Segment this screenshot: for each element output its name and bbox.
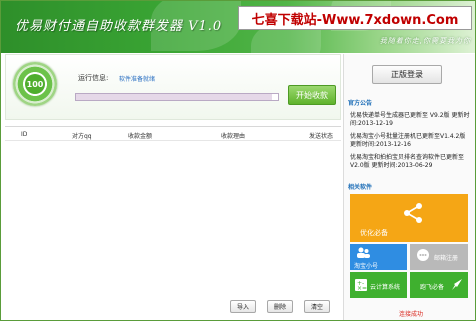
tile-fly-label: 跑飞必备 xyxy=(420,284,445,291)
column-header-amount[interactable]: 收款金额 xyxy=(128,131,152,140)
tile-optimize[interactable]: 优化必备 xyxy=(350,194,468,242)
tile-email-register[interactable]: 邮箱注册 xyxy=(410,244,468,270)
status-panel: 100 运行信息: 软件准备就绪 开始收款 xyxy=(5,54,341,120)
connection-status: 连接成功 xyxy=(399,311,424,318)
import-button[interactable]: 导入 xyxy=(230,300,256,313)
tile-taobao-account[interactable]: 淘宝小号 xyxy=(350,244,407,270)
clear-button[interactable]: 清空 xyxy=(304,300,330,313)
table-header: ID 对方qq 收款金额 收款理由 发送状态 xyxy=(5,127,341,141)
tile-taobao-label: 淘宝小号 xyxy=(354,263,379,270)
payment-table: ID 对方qq 收款金额 收款理由 发送状态 xyxy=(5,126,341,284)
tile-fly-essential[interactable]: 跑飞必备 xyxy=(410,272,468,298)
run-info-value: 软件准备就绪 xyxy=(119,76,156,83)
progress-fill xyxy=(76,94,272,100)
genuine-login-button[interactable]: 正版登录 xyxy=(372,65,442,84)
score-badge: 100 xyxy=(13,62,57,106)
notice-item[interactable]: 优易淘宝和拍拍宝贝排名查询软件已更新至 V2.0版 更新时间:2013-06-2… xyxy=(350,154,472,170)
tile-email-label: 邮箱注册 xyxy=(434,255,459,262)
delete-button[interactable]: 删除 xyxy=(267,300,293,313)
app-title: 优易财付通自助收款群发器 V1.0 xyxy=(15,19,223,34)
column-header-id[interactable]: ID xyxy=(21,131,27,138)
column-header-status[interactable]: 发送状态 xyxy=(309,131,333,140)
notice-item[interactable]: 优易快递单号生成器已更新至 V9.2版 更新时间:2013-12-19 xyxy=(350,112,472,128)
tile-cloud-computing[interactable]: +- ×= 云计算系统 xyxy=(350,272,407,298)
progress-bar xyxy=(75,93,279,101)
watermark-banner: 七喜下载站-Www.7xdown.Com xyxy=(238,6,472,30)
column-header-reason[interactable]: 收款理由 xyxy=(221,131,245,140)
chat-icon xyxy=(417,249,429,261)
tile-cloud-label: 云计算系统 xyxy=(370,284,401,291)
tile-optimize-label: 优化必备 xyxy=(360,229,388,237)
notice-item[interactable]: 优易淘宝小号批量注册机已更新至V1.4.2版 更新时间:2013-12-16 xyxy=(350,133,472,149)
svg-text:×=: ×= xyxy=(357,285,367,292)
calculator-icon: +- ×= xyxy=(355,279,367,292)
app-window: 优易财付通自助收款群发器 V1.0 七喜下载站-Www.7xdown.Com 我… xyxy=(0,0,476,321)
score-value: 100 xyxy=(25,74,45,94)
run-info-label: 运行信息: xyxy=(78,74,109,82)
notices-title: 官方公告 xyxy=(348,100,373,107)
right-sidebar: 正版登录 官方公告 优易快递单号生成器已更新至 V9.2版 更新时间:2013-… xyxy=(343,54,475,320)
rocket-icon xyxy=(452,279,462,290)
start-collect-button[interactable]: 开始收款 xyxy=(288,85,336,105)
users-icon xyxy=(357,247,370,258)
related-software-title: 相关软件 xyxy=(348,184,373,191)
header-slogan: 我随着你走,你需要我为你 xyxy=(379,37,471,45)
header-banner: 优易财付通自助收款群发器 V1.0 七喜下载站-Www.7xdown.Com 我… xyxy=(1,1,475,53)
share-icon xyxy=(404,203,422,223)
column-header-qq[interactable]: 对方qq xyxy=(72,131,92,140)
